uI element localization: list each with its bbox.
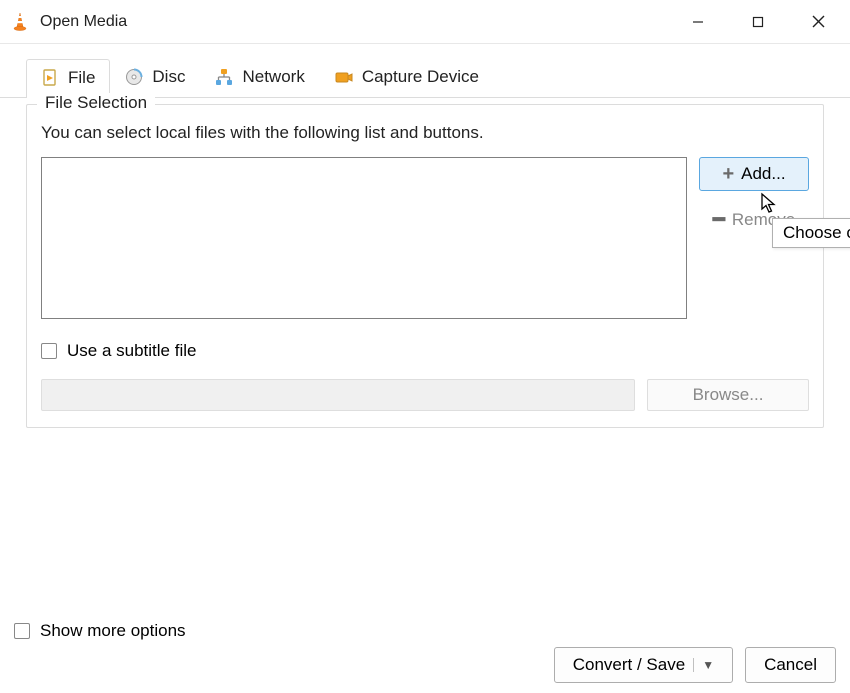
tab-label: Capture Device [362, 67, 479, 87]
dialog-button-bar: Convert / Save ▼ Cancel [554, 647, 836, 683]
maximize-button[interactable] [728, 0, 788, 44]
show-more-label: Show more options [40, 621, 186, 641]
title-bar: Open Media [0, 0, 850, 44]
browse-button-label: Browse... [693, 385, 764, 405]
capture-device-icon [335, 68, 353, 86]
convert-save-button[interactable]: Convert / Save ▼ [554, 647, 733, 683]
show-more-options-row[interactable]: Show more options [14, 621, 186, 641]
tab-capture-device[interactable]: Capture Device [320, 58, 494, 97]
network-icon [215, 68, 233, 86]
tab-label: File [68, 68, 95, 88]
minimize-button[interactable] [668, 0, 728, 44]
show-more-checkbox[interactable] [14, 623, 30, 639]
convert-save-label: Convert / Save [573, 655, 685, 675]
file-selection-group: File Selection You can select local file… [26, 104, 824, 428]
tab-label: Disc [152, 67, 185, 87]
tab-label: Network [242, 67, 304, 87]
file-list[interactable] [41, 157, 687, 319]
tab-bar: File Disc Network Capture Device [0, 44, 850, 98]
tab-disc[interactable]: Disc [110, 58, 200, 97]
file-icon [41, 69, 59, 87]
file-selection-help: You can select local files with the foll… [41, 123, 809, 143]
cancel-button-label: Cancel [764, 655, 817, 675]
window-title: Open Media [40, 13, 127, 31]
add-button-label: Add... [741, 164, 785, 184]
window-controls [668, 0, 848, 44]
minus-icon: ━ [713, 210, 725, 230]
cancel-button[interactable]: Cancel [745, 647, 836, 683]
add-button[interactable]: + Add... [699, 157, 809, 191]
close-button[interactable] [788, 0, 848, 44]
plus-icon: + [722, 164, 734, 184]
vlc-cone-icon [10, 12, 30, 32]
subtitle-path-field [41, 379, 635, 411]
add-button-tooltip: Choose o [772, 218, 850, 248]
use-subtitle-row[interactable]: Use a subtitle file [41, 341, 809, 361]
use-subtitle-checkbox[interactable] [41, 343, 57, 359]
disc-icon [125, 68, 143, 86]
group-title: File Selection [37, 93, 155, 113]
use-subtitle-label: Use a subtitle file [67, 341, 196, 361]
tab-network[interactable]: Network [200, 58, 319, 97]
chevron-down-icon[interactable]: ▼ [693, 658, 714, 672]
browse-button: Browse... [647, 379, 809, 411]
main-content: File Selection You can select local file… [0, 104, 850, 428]
